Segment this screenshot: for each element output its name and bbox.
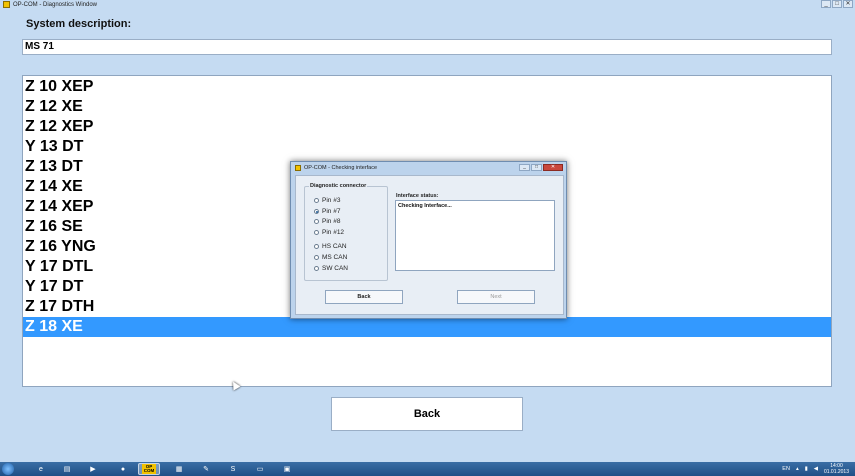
diagnostic-connector-group: Diagnostic connector Pin #3 Pin #7 Pin #… xyxy=(304,183,388,281)
engine-item[interactable]: Z 12 XEP xyxy=(23,117,831,137)
dialog-title-bar: OP-COM - Checking interface _ □ ✕ xyxy=(291,162,566,174)
dialog-body: Diagnostic connector Pin #3 Pin #7 Pin #… xyxy=(295,175,564,315)
notepad-icon[interactable]: ▦ xyxy=(168,463,190,475)
radio-pin-8[interactable]: Pin #8 xyxy=(314,218,340,225)
radio-button-icon[interactable] xyxy=(314,255,319,260)
radio-label: Pin #8 xyxy=(322,218,341,225)
window-title: OP-COM - Diagnostics Window xyxy=(13,2,98,8)
radio-button-icon[interactable] xyxy=(314,244,319,249)
dialog-app-icon xyxy=(295,165,301,171)
language-indicator[interactable]: EN xyxy=(782,466,790,472)
diagnostic-connector-title: Diagnostic connector xyxy=(309,183,368,189)
radio-pin-3[interactable]: Pin #3 xyxy=(314,197,340,204)
tray-arrow-icon[interactable]: ▴ xyxy=(796,466,799,472)
radio-label: Pin #12 xyxy=(322,229,345,236)
radio-label: Pin #7 xyxy=(322,208,341,215)
radio-button-icon[interactable] xyxy=(314,230,319,235)
radio-label: Pin #3 xyxy=(322,197,341,204)
interface-status-label: Interface status: xyxy=(396,193,439,199)
skype-icon[interactable]: S xyxy=(222,463,244,475)
back-button[interactable]: Back xyxy=(331,397,523,431)
explorer-icon[interactable]: ▭ xyxy=(249,463,271,475)
dialog-maximize-button[interactable]: □ xyxy=(531,164,542,171)
radio-label: HS CAN xyxy=(322,243,347,250)
radio-pin-7[interactable]: Pin #7 xyxy=(314,208,340,215)
radio-label: SW CAN xyxy=(322,265,348,272)
volume-icon[interactable]: ◀ xyxy=(814,466,818,472)
engine-item[interactable]: Z 12 XE xyxy=(23,97,831,117)
system-description-field: MS 71 xyxy=(22,39,832,55)
notes-icon[interactable]: ✎ xyxy=(195,463,217,475)
system-tray: EN ▴ ▮ ◀ 14:00 01.01.2013 xyxy=(782,462,849,476)
opcom-taskbar-label: OP COM xyxy=(142,464,156,474)
close-button[interactable]: ✕ xyxy=(843,0,853,8)
dialog-next-button: Next xyxy=(457,290,535,304)
interface-status-box: Checking Interface... xyxy=(395,200,555,271)
radio-ms-can[interactable]: MS CAN xyxy=(314,254,347,261)
radio-button-icon[interactable] xyxy=(314,198,319,203)
ie-icon[interactable]: e xyxy=(30,463,52,475)
radio-button-icon[interactable] xyxy=(314,219,319,224)
clock-date: 01.01.2013 xyxy=(823,469,849,475)
media-player-icon[interactable]: ▶ xyxy=(82,463,104,475)
radio-label: MS CAN xyxy=(322,254,348,261)
maximize-button[interactable]: □ xyxy=(832,0,842,8)
minimize-button[interactable]: _ xyxy=(821,0,831,8)
engine-item[interactable]: Y 13 DT xyxy=(23,137,831,157)
window-controls: _ □ ✕ xyxy=(821,0,853,8)
radio-pin-12[interactable]: Pin #12 xyxy=(314,229,344,236)
checking-interface-dialog: OP-COM - Checking interface _ □ ✕ Diagno… xyxy=(290,161,567,319)
folder-icon[interactable]: ▤ xyxy=(56,463,78,475)
dialog-title: OP-COM - Checking interface xyxy=(304,165,378,171)
radio-sw-can[interactable]: SW CAN xyxy=(314,265,348,272)
taskbar: e ▤ ▶ ● OP COM ▦ ✎ S ▭ ▣ EN ▴ ▮ ◀ 14:00 … xyxy=(0,462,855,476)
engine-item[interactable]: Z 10 XEP xyxy=(23,77,831,97)
opcom-taskbar-button[interactable]: OP COM xyxy=(138,463,160,475)
dialog-window-controls: _ □ ✕ xyxy=(519,164,563,171)
start-button[interactable] xyxy=(2,463,14,475)
system-description-label: System description: xyxy=(26,18,132,30)
app-icon-green[interactable]: ▣ xyxy=(276,463,298,475)
title-bar: OP-COM - Diagnostics Window _ □ ✕ xyxy=(0,0,855,10)
radio-button-checked-icon[interactable] xyxy=(314,209,319,214)
dialog-minimize-button[interactable]: _ xyxy=(519,164,530,171)
radio-hs-can[interactable]: HS CAN xyxy=(314,243,347,250)
radio-button-icon[interactable] xyxy=(314,266,319,271)
firefox-icon[interactable]: ● xyxy=(112,463,134,475)
dialog-back-button[interactable]: Back xyxy=(325,290,403,304)
network-icon[interactable]: ▮ xyxy=(805,466,808,472)
app-icon xyxy=(3,1,10,8)
clock[interactable]: 14:00 01.01.2013 xyxy=(824,463,849,475)
dialog-close-button[interactable]: ✕ xyxy=(543,164,563,171)
engine-item-selected[interactable]: Z 18 XE xyxy=(23,317,831,337)
